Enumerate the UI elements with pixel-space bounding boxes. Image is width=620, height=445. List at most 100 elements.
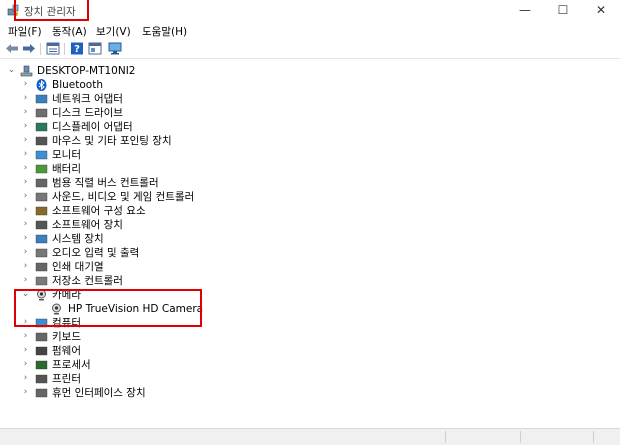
- menu-view[interactable]: 보기(V): [96, 24, 131, 39]
- tree-category[interactable]: › 프린터: [0, 372, 420, 386]
- tree-category-label: 범용 직렬 버스 컨트롤러: [52, 177, 159, 189]
- tree-root[interactable]: ⌄ DESKTOP-MT10NI2: [0, 64, 300, 78]
- tree-category[interactable]: › 저장소 컨트롤러: [0, 274, 420, 288]
- hid-icon: [35, 388, 48, 398]
- usb-controller-icon: [35, 178, 48, 188]
- display-adapter-icon: [35, 122, 48, 132]
- chevron-right-icon[interactable]: ›: [21, 276, 30, 285]
- status-divider: [593, 431, 594, 443]
- storage-controller-icon: [35, 276, 48, 286]
- chevron-right-icon[interactable]: ›: [21, 122, 30, 131]
- tree-category-label: 프로세서: [52, 359, 91, 371]
- tree-category-label: 네트워크 어댑터: [52, 93, 123, 105]
- toolbar-separator: [64, 43, 65, 55]
- menu-action[interactable]: 동작(A): [52, 24, 87, 39]
- menu-help[interactable]: 도움말(H): [142, 24, 187, 39]
- tree-category[interactable]: › 마우스 및 기타 포인팅 장치: [0, 134, 420, 148]
- toolbar-separator: [40, 43, 41, 55]
- tree-category[interactable]: › 디스플레이 어댑터: [0, 120, 420, 134]
- monitor-icon: [35, 150, 48, 160]
- chevron-right-icon[interactable]: ›: [21, 80, 30, 89]
- tree-category[interactable]: › 프로세서: [0, 358, 420, 372]
- chevron-right-icon[interactable]: ›: [21, 360, 30, 369]
- chevron-right-icon[interactable]: ›: [21, 108, 30, 117]
- software-device-icon: [35, 220, 48, 230]
- tree-category[interactable]: › 디스크 드라이브: [0, 106, 420, 120]
- chevron-right-icon[interactable]: ›: [21, 150, 30, 159]
- chevron-right-icon[interactable]: ›: [21, 94, 30, 103]
- battery-icon: [35, 164, 48, 174]
- tree-category[interactable]: › 모니터: [0, 148, 420, 162]
- chevron-right-icon[interactable]: ›: [21, 206, 30, 215]
- mouse-icon: [35, 136, 48, 146]
- tree-category-label: 소프트웨어 구성 요소: [52, 205, 146, 217]
- tree-category-label: 시스템 장치: [52, 233, 104, 245]
- system-device-icon: [35, 234, 48, 244]
- chevron-right-icon[interactable]: ›: [21, 136, 30, 145]
- forward-arrow-icon[interactable]: [22, 42, 36, 55]
- tree-category-label: 마우스 및 기타 포인팅 장치: [52, 135, 172, 147]
- chevron-right-icon[interactable]: ›: [21, 192, 30, 201]
- tree-category[interactable]: › 소프트웨어 장치: [0, 218, 420, 232]
- minimize-button[interactable]: —: [508, 0, 542, 22]
- back-arrow-icon[interactable]: [5, 42, 19, 55]
- processor-icon: [35, 360, 48, 370]
- svg-text:?: ?: [74, 44, 80, 55]
- tree-category[interactable]: › 인쇄 대기열: [0, 260, 420, 274]
- print-queue-icon: [35, 262, 48, 272]
- title-highlight-box: [14, 0, 89, 21]
- tree-category-label: 저장소 컨트롤러: [52, 275, 123, 287]
- sound-icon: [35, 192, 48, 202]
- software-component-icon: [35, 206, 48, 216]
- close-button[interactable]: ✕: [584, 0, 618, 22]
- tree-category-label: 휴먼 인터페이스 장치: [52, 387, 146, 399]
- tree-category-label: 프린터: [52, 373, 81, 385]
- chevron-right-icon[interactable]: ›: [21, 178, 30, 187]
- help-icon[interactable]: ?: [70, 42, 84, 55]
- monitor-icon[interactable]: [108, 42, 122, 55]
- tree-category-label: 디스크 드라이브: [52, 107, 123, 119]
- chevron-right-icon[interactable]: ›: [21, 234, 30, 243]
- tree-category-label: 오디오 입력 및 출력: [52, 247, 140, 259]
- tree-category-label: 키보드: [52, 331, 81, 343]
- tree-category[interactable]: › 오디오 입력 및 출력: [0, 246, 420, 260]
- firmware-icon: [35, 346, 48, 356]
- network-adapter-icon: [35, 94, 48, 104]
- status-divider: [445, 431, 446, 443]
- printer-icon: [35, 374, 48, 384]
- menu-file[interactable]: 파일(F): [8, 24, 42, 39]
- tree-category[interactable]: › 펌웨어: [0, 344, 420, 358]
- chevron-down-icon[interactable]: ⌄: [7, 66, 16, 75]
- chevron-right-icon[interactable]: ›: [21, 332, 30, 341]
- tree-category[interactable]: › 소프트웨어 구성 요소: [0, 204, 420, 218]
- tree-category[interactable]: › 범용 직렬 버스 컨트롤러: [0, 176, 420, 190]
- tree-category-label: 펌웨어: [52, 345, 81, 357]
- keyboard-icon: [35, 332, 48, 342]
- update-view-icon[interactable]: [88, 42, 102, 55]
- maximize-button[interactable]: ☐: [546, 0, 580, 22]
- tree-category[interactable]: › Bluetooth: [0, 78, 420, 92]
- chevron-right-icon[interactable]: ›: [21, 346, 30, 355]
- tree-category[interactable]: › 키보드: [0, 330, 420, 344]
- chevron-right-icon[interactable]: ›: [21, 262, 30, 271]
- disk-drive-icon: [35, 108, 48, 118]
- bluetooth-icon: [36, 79, 47, 91]
- status-divider: [520, 431, 521, 443]
- properties-view-icon[interactable]: [46, 42, 60, 55]
- tree-category[interactable]: › 배터리: [0, 162, 420, 176]
- chevron-right-icon[interactable]: ›: [21, 388, 30, 397]
- tree-category[interactable]: › 시스템 장치: [0, 232, 420, 246]
- tree-category[interactable]: › 네트워크 어댑터: [0, 92, 420, 106]
- tree-category[interactable]: › 사운드, 비디오 및 게임 컨트롤러: [0, 190, 420, 204]
- chevron-right-icon[interactable]: ›: [21, 220, 30, 229]
- tree-category-label: 인쇄 대기열: [52, 261, 104, 273]
- chevron-right-icon[interactable]: ›: [21, 374, 30, 383]
- tree-category-label: Bluetooth: [52, 79, 103, 91]
- toolbar: ?: [0, 40, 620, 59]
- tree-category-label: 배터리: [52, 163, 81, 175]
- tree-category-label: 소프트웨어 장치: [52, 219, 123, 231]
- chevron-right-icon[interactable]: ›: [21, 248, 30, 257]
- menu-bar: 파일(F) 동작(A) 보기(V) 도움말(H): [0, 22, 620, 40]
- tree-category[interactable]: › 휴먼 인터페이스 장치: [0, 386, 420, 400]
- chevron-right-icon[interactable]: ›: [21, 164, 30, 173]
